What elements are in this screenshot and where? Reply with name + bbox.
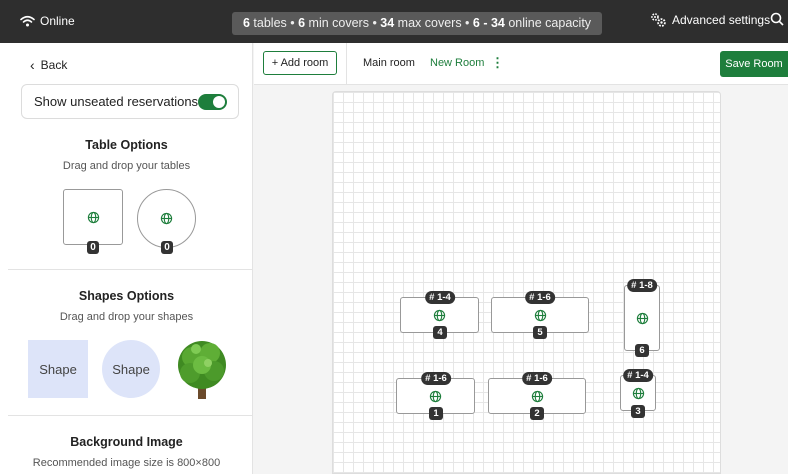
settings-icon bbox=[651, 13, 666, 27]
globe-icon bbox=[531, 390, 543, 402]
floor-plan-canvas[interactable]: # 1-4 4 # 1-6 5 # 1-8 6 # 1-6 1 # 1-6 2 … bbox=[332, 91, 721, 474]
globe-icon bbox=[160, 212, 173, 225]
advanced-settings-button[interactable]: Advanced settings bbox=[651, 13, 770, 27]
table-number-badge: 3 bbox=[631, 405, 645, 418]
table-capacity-badge: # 1-4 bbox=[425, 291, 455, 304]
square-shape-label: Shape bbox=[39, 361, 77, 377]
round-table-option[interactable] bbox=[137, 189, 196, 248]
globe-icon bbox=[433, 309, 446, 321]
table-number-badge: 2 bbox=[530, 407, 544, 420]
table-options-title: Table Options bbox=[85, 138, 168, 152]
table-capacity-badge: # 1-8 bbox=[627, 279, 657, 292]
unseated-label: Show unseated reservations bbox=[34, 94, 199, 109]
add-room-button[interactable]: + Add room bbox=[263, 51, 337, 75]
top-bar: Online 6 tables • 6 min covers • 34 max … bbox=[0, 0, 788, 43]
unseated-reservations-toggle[interactable]: Show unseated reservations bbox=[21, 84, 239, 119]
globe-icon bbox=[429, 390, 442, 402]
globe-icon bbox=[636, 312, 648, 324]
tree-icon[interactable] bbox=[174, 337, 230, 401]
table-number-badge: 5 bbox=[533, 326, 547, 339]
table-number-badge: 6 bbox=[635, 344, 649, 357]
save-room-button[interactable]: Save Room bbox=[720, 51, 788, 77]
divider bbox=[8, 415, 253, 416]
table-number-badge: 1 bbox=[429, 407, 443, 420]
chevron-left-icon: ‹ bbox=[30, 57, 35, 73]
online-status[interactable]: Online bbox=[20, 14, 75, 28]
round-table-count: 0 bbox=[161, 241, 173, 254]
back-label: Back bbox=[40, 58, 68, 72]
tab-main-room[interactable]: Main room bbox=[363, 57, 415, 69]
shapes-options-subtitle: Drag and drop your shapes bbox=[59, 311, 194, 323]
table-capacity-badge: # 1-4 bbox=[623, 369, 653, 382]
room-toolbar: + Add room Main room New Room ⋮ Save Roo… bbox=[254, 43, 788, 85]
wifi-icon bbox=[20, 15, 35, 27]
table-capacity-badge: # 1-6 bbox=[525, 291, 555, 304]
divider bbox=[8, 269, 253, 270]
online-label: Online bbox=[40, 14, 75, 28]
globe-icon bbox=[632, 387, 644, 399]
square-table-option[interactable] bbox=[63, 189, 123, 245]
tab-new-room[interactable]: New Room bbox=[430, 57, 484, 69]
room-menu-icon[interactable]: ⋮ bbox=[491, 55, 504, 71]
round-shape-label: Shape bbox=[112, 361, 150, 377]
shapes-options-title: Shapes Options bbox=[78, 289, 175, 303]
table-capacity-badge: # 1-6 bbox=[421, 372, 451, 385]
left-panel: ‹ Back Show unseated reservations Table … bbox=[0, 43, 253, 474]
square-shape-option[interactable]: Shape bbox=[28, 340, 88, 398]
advanced-settings-label: Advanced settings bbox=[672, 13, 771, 27]
table-options-subtitle: Drag and drop your tables bbox=[62, 160, 191, 172]
capacity-summary: 6 tables • 6 min covers • 34 max covers … bbox=[232, 12, 603, 35]
divider bbox=[346, 43, 347, 85]
floor-table[interactable] bbox=[624, 285, 660, 351]
search-button[interactable] bbox=[770, 12, 784, 31]
globe-icon bbox=[534, 309, 546, 321]
round-shape-option[interactable]: Shape bbox=[102, 340, 160, 398]
globe-icon bbox=[87, 211, 99, 223]
table-number-badge: 4 bbox=[433, 326, 447, 339]
table-capacity-badge: # 1-6 bbox=[522, 372, 552, 385]
square-table-count: 0 bbox=[87, 241, 99, 254]
background-image-title: Background Image bbox=[70, 435, 183, 449]
toggle-switch[interactable] bbox=[198, 94, 227, 110]
back-button[interactable]: ‹ Back bbox=[30, 57, 67, 73]
background-image-subtitle: Recommended image size is 800×800 bbox=[32, 457, 221, 469]
search-icon bbox=[770, 12, 784, 26]
